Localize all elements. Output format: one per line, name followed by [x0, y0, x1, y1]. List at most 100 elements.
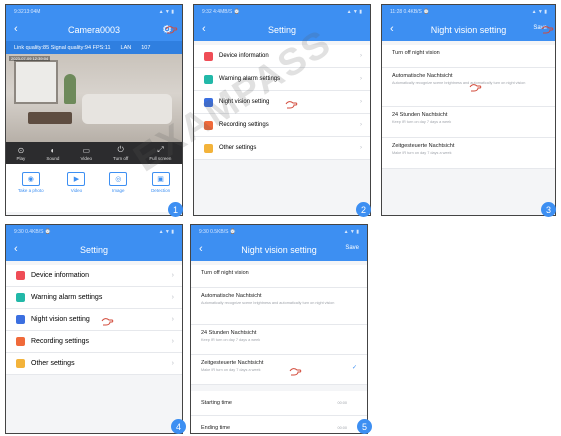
- back-icon[interactable]: ‹: [14, 243, 18, 255]
- option-title: Automatische Nachtsicht: [392, 73, 453, 79]
- control-sound[interactable]: ◐ Sound: [46, 146, 59, 161]
- action-bar: ◉ Take a photo ▶ Video ◎ Image ▣ Detection: [6, 164, 182, 212]
- back-icon[interactable]: ‹: [202, 23, 206, 35]
- settings-item-other[interactable]: Other settings ›: [194, 137, 370, 160]
- take-photo-button[interactable]: ◉ Take a photo: [18, 172, 44, 212]
- settings-item-label: Warning alarm settings: [31, 294, 103, 301]
- pointing-hand-icon: [288, 364, 302, 376]
- step-badge: 3: [541, 202, 556, 217]
- settings-item-recording[interactable]: Recording settings ›: [6, 331, 182, 353]
- control-play[interactable]: ⊙ Play: [17, 146, 26, 161]
- setting-title: Setting: [267, 25, 297, 35]
- starting-time-row[interactable]: Starting time 00:00: [191, 391, 367, 416]
- pointing-hand-icon: [284, 97, 298, 109]
- panel-4-header: 9:30 0.4KB/S ⌚ ▲ ▼ ▮ ‹ Setting: [6, 225, 182, 261]
- detection-icon: ▣: [151, 172, 170, 186]
- step-badge: 1: [168, 202, 183, 217]
- night-vision-options: Turn off night vision Automatische Nacht…: [191, 265, 367, 433]
- option-scheduled[interactable]: Zeitgesteuerte Nachtsicht Make IR turn o…: [191, 355, 367, 385]
- video-file-icon: ▶: [67, 172, 86, 186]
- action-label: Take a photo: [17, 188, 44, 193]
- status-time: 9:32 4:4MB/S ⌚: [202, 9, 240, 15]
- panel-3-night-vision: 11:28 0.4KB/S ⌚ ▲ ▼ ▮ ‹ Night vision set…: [381, 4, 556, 216]
- panel-5-header: 9:30 0.5KB/S ⌚ ▲ ▼ ▮ ‹ Night vision sett…: [191, 225, 367, 261]
- nav-bar: ‹ Setting: [194, 19, 370, 41]
- settings-item-night-vision[interactable]: Night vision setting ›: [6, 309, 182, 331]
- control-label: Turn off: [113, 156, 129, 161]
- night-vision-title: Night vision setting: [430, 25, 507, 35]
- option-title: Turn off night vision: [201, 270, 249, 276]
- starting-time-value: 00:00: [337, 401, 347, 405]
- image-button[interactable]: ◎ Image: [109, 172, 128, 212]
- settings-item-label: Night vision setting: [219, 99, 270, 105]
- turn-off-icon: ⏻: [117, 145, 124, 154]
- save-button[interactable]: Save: [345, 245, 359, 251]
- pointing-hand-icon: [468, 80, 482, 92]
- status-time: 11:28 0.4KB/S ⌚: [390, 9, 430, 15]
- settings-item-other[interactable]: Other settings ›: [6, 353, 182, 375]
- option-title: Automatische Nachtsicht: [201, 293, 262, 299]
- device-info-icon: [16, 271, 25, 280]
- panel-2-header: 9:32 4:4MB/S ⌚ ▲ ▼ ▮ ‹ Setting: [194, 5, 370, 41]
- night-vision-icon: [16, 315, 25, 324]
- control-turn-off[interactable]: ⏻ Turn off: [113, 145, 128, 161]
- camera-title: Camera0003: [67, 25, 121, 35]
- settings-item-label: Device information: [31, 272, 89, 279]
- status-time: 9:3213:04M: [14, 9, 41, 15]
- control-label: Sound: [46, 155, 60, 161]
- feed-timestamp: 2023-07-09 12:39:04: [9, 56, 51, 61]
- option-turn-off[interactable]: Turn off night vision: [382, 45, 555, 68]
- camera-live-feed[interactable]: 2023-07-09 12:39:04: [6, 54, 182, 142]
- settings-item-device-information[interactable]: Device information ›: [194, 45, 370, 68]
- chevron-right-icon: ›: [360, 99, 362, 105]
- feed-table: [28, 112, 72, 124]
- chevron-right-icon: ›: [171, 272, 174, 279]
- option-automatic[interactable]: Automatische Nachtsicht Automatically re…: [191, 288, 367, 325]
- ending-time-value: 00:00: [337, 426, 347, 430]
- settings-item-night-vision[interactable]: Night vision setting ›: [194, 91, 370, 114]
- panel-1-camera-view: 9:3213:04M ▲ ▼ ▮ ‹ Camera0003 ⚙ Link qua…: [5, 4, 183, 216]
- status-icons: ▲ ▼ ▮: [346, 9, 362, 15]
- nav-bar: ‹ Night vision setting Save: [382, 19, 555, 41]
- settings-item-label: Other settings: [219, 145, 257, 151]
- settings-item-recording[interactable]: Recording settings ›: [194, 114, 370, 137]
- panel-1-header: 9:3213:04M ▲ ▼ ▮ ‹ Camera0003 ⚙: [6, 5, 182, 41]
- settings-item-label: Recording settings: [219, 122, 269, 128]
- detection-button[interactable]: ▣ Detection: [151, 172, 170, 212]
- video-button[interactable]: ▶ Video: [67, 172, 86, 212]
- back-icon[interactable]: ‹: [390, 23, 394, 35]
- status-icons: ▲ ▼ ▮: [158, 229, 174, 235]
- option-scheduled[interactable]: Zeitgesteuerte Nachtsicht Make IR turn o…: [382, 138, 555, 169]
- back-icon[interactable]: ‹: [199, 243, 203, 255]
- settings-list: Device information › Warning alarm setti…: [6, 265, 182, 375]
- status-bar: 9:3213:04M ▲ ▼ ▮: [6, 5, 182, 19]
- option-turn-off[interactable]: Turn off night vision: [191, 265, 367, 288]
- settings-item-label: Night vision setting: [31, 316, 90, 323]
- warning-alarm-icon: [204, 74, 213, 84]
- starting-time-label: Starting time: [201, 400, 232, 406]
- settings-item-label: Recording settings: [31, 338, 89, 345]
- back-icon[interactable]: ‹: [14, 23, 18, 35]
- settings-item-label: Device information: [219, 53, 269, 59]
- settings-item-device-information[interactable]: Device information ›: [6, 265, 182, 287]
- step-badge: 4: [171, 419, 186, 434]
- settings-item-label: Warning alarm settings: [219, 76, 281, 82]
- option-24-hours[interactable]: 24 Stunden Nachtsicht Keep IR turn on da…: [382, 107, 555, 138]
- feed-window: [14, 60, 58, 104]
- video-icon: ▭: [82, 145, 91, 155]
- option-description: Keep IR turn on day 7 days a week: [392, 120, 452, 124]
- control-fullscreen[interactable]: ⤢ Full screen: [149, 145, 171, 161]
- ending-time-row[interactable]: Ending time 00:00: [191, 416, 367, 433]
- option-24-hours[interactable]: 24 Stunden Nachtsicht Keep IR turn on da…: [191, 325, 367, 355]
- step-badge: 2: [356, 202, 371, 217]
- action-label: Video: [70, 188, 83, 193]
- settings-item-warning-alarm[interactable]: Warning alarm settings ›: [6, 287, 182, 309]
- status-time: 9:30 0.5KB/S ⌚: [199, 229, 237, 235]
- feed-plant: [64, 74, 76, 104]
- chevron-right-icon: ›: [360, 122, 362, 128]
- settings-item-warning-alarm[interactable]: Warning alarm settings ›: [194, 68, 370, 91]
- option-title: Zeitgesteuerte Nachtsicht: [392, 143, 455, 149]
- option-description: Make IR turn on day 7 days a week: [392, 151, 452, 155]
- nav-bar: ‹ Setting: [6, 239, 182, 261]
- control-video[interactable]: ▭ Video: [81, 146, 92, 161]
